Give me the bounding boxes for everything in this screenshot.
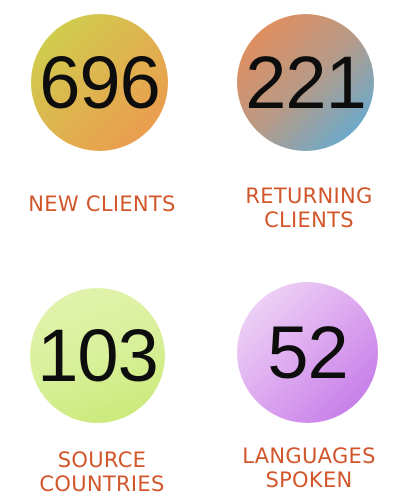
stat-returning-clients: 221 RETURNING CLIENTS	[219, 0, 399, 240]
stats-grid: 696 NEW CLIENTS 221 RETURNING CLIENTS 10…	[0, 0, 409, 495]
stat-circle: 696	[31, 14, 168, 151]
stat-languages-spoken: 52 LANGUAGES SPOKEN	[219, 270, 399, 495]
stat-value: 52	[267, 310, 348, 394]
stat-value: 221	[245, 40, 366, 124]
stat-source-countries: 103 SOURCE COUNTRIES	[12, 270, 192, 495]
stat-label: NEW CLIENTS	[28, 192, 176, 216]
stat-circle: 221	[237, 14, 374, 151]
stat-value: 103	[37, 313, 158, 397]
stat-label: RETURNING CLIENTS	[245, 184, 373, 232]
stat-new-clients: 696 NEW CLIENTS	[12, 0, 192, 240]
stat-value: 696	[39, 40, 160, 124]
stat-label: SOURCE COUNTRIES	[39, 448, 165, 495]
stat-circle: 52	[237, 282, 378, 423]
stat-circle: 103	[30, 288, 165, 423]
stat-label: LANGUAGES SPOKEN	[242, 444, 376, 492]
